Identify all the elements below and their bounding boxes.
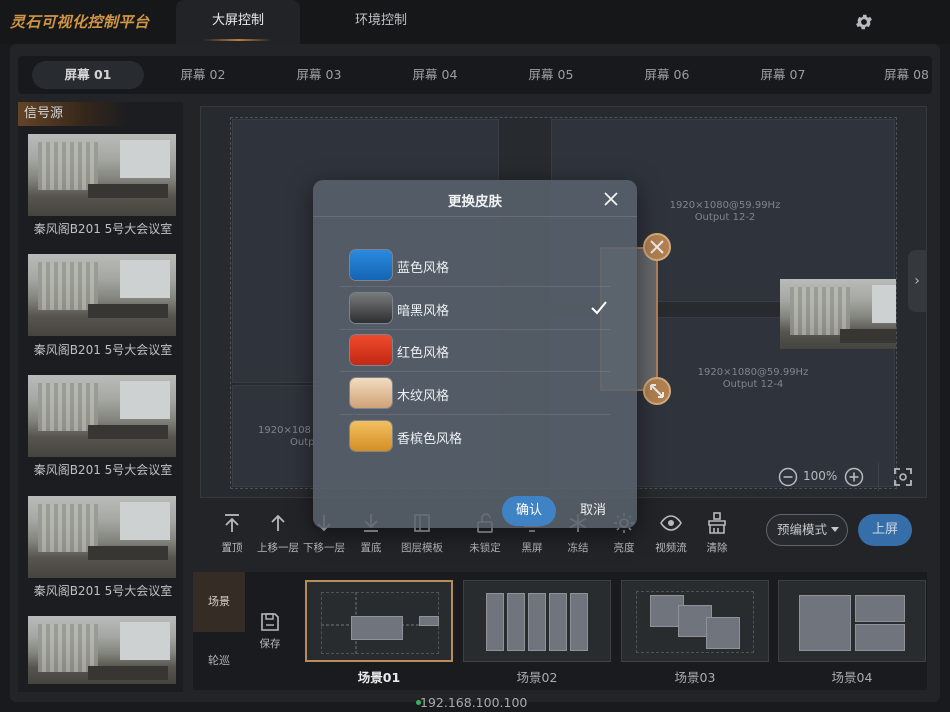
skin-option-red[interactable]: 红色风格 [340, 330, 610, 372]
confirm-button[interactable]: 确认 [502, 496, 556, 526]
dialog-title: 更换皮肤 [448, 194, 502, 210]
color-swatch [350, 335, 392, 365]
divider [313, 216, 637, 217]
skin-label: 暗黑风格 [397, 304, 450, 319]
skin-label: 蓝色风格 [397, 261, 450, 276]
color-swatch [350, 250, 392, 280]
skin-label: 香槟色风格 [397, 432, 463, 447]
checkmark-icon [591, 301, 607, 315]
skin-label: 木纹风格 [397, 389, 450, 404]
app-root: 灵石可视化控制平台 大屏控制 环境控制 屏幕 01 屏幕 02 屏幕 03 屏幕… [0, 0, 950, 712]
skin-option-blue[interactable]: 蓝色风格 [340, 245, 610, 287]
skin-option-champagne[interactable]: 香槟色风格 [340, 416, 610, 458]
color-swatch [350, 293, 392, 323]
skin-label: 红色风格 [397, 346, 450, 361]
close-icon[interactable] [601, 189, 621, 209]
skin-option-dark[interactable]: 暗黑风格 [340, 288, 610, 330]
color-swatch [350, 378, 392, 408]
cancel-button[interactable]: 取消 [570, 496, 616, 526]
skin-option-wood[interactable]: 木纹风格 [340, 373, 610, 415]
color-swatch [350, 421, 392, 451]
